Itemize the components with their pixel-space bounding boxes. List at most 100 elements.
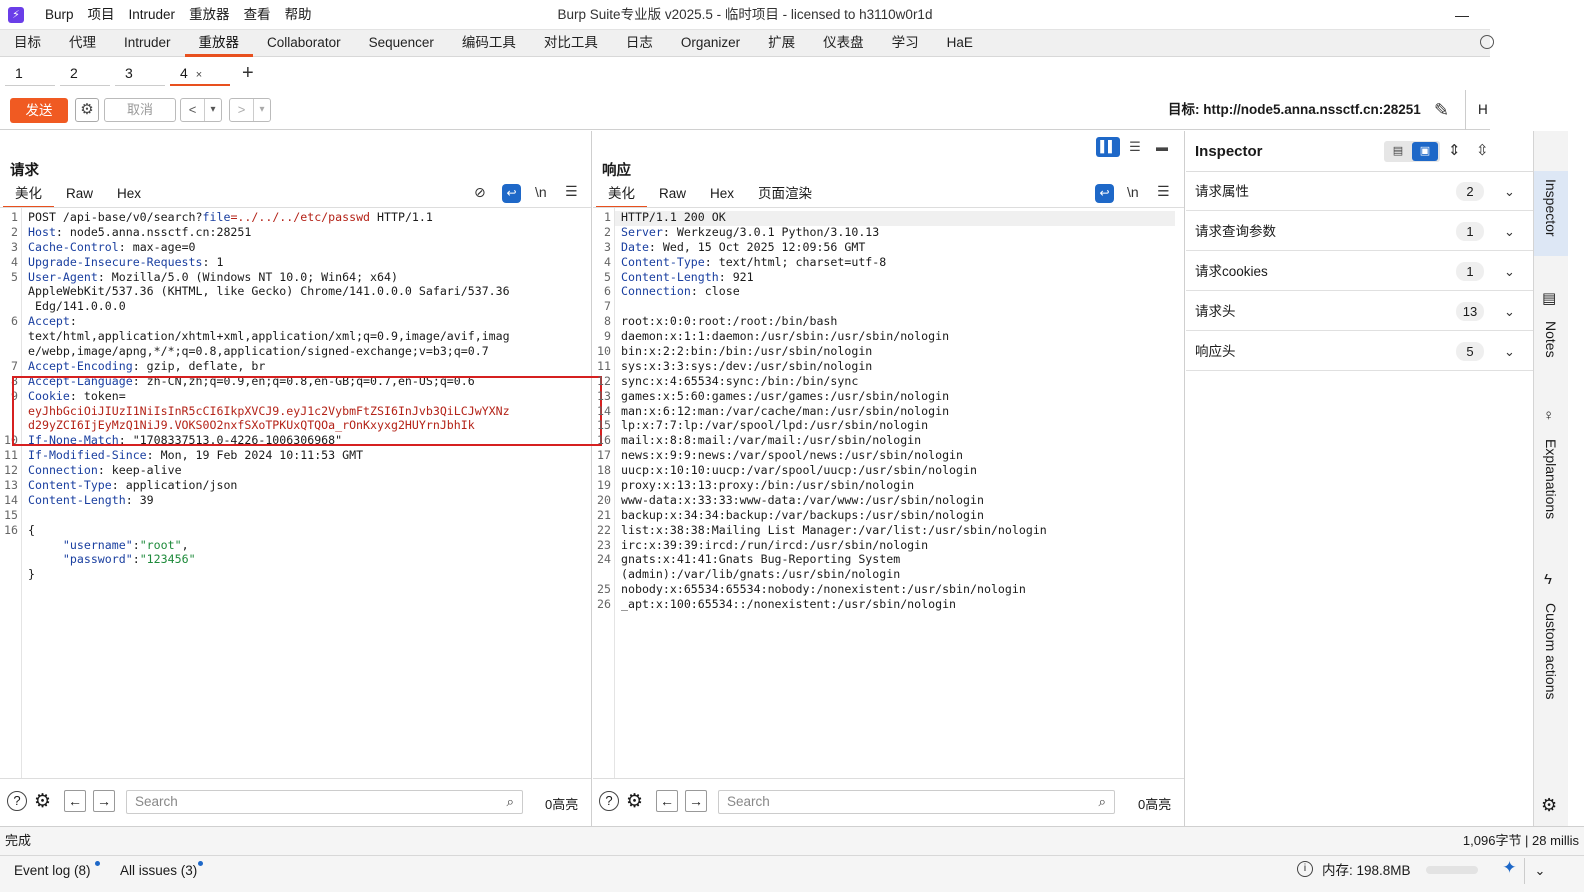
tab-decoder[interactable]: 编码工具 (448, 30, 530, 56)
minimize-button[interactable]: — (1452, 0, 1472, 30)
tab-extensions[interactable]: 扩展 (754, 30, 809, 56)
sidebar-item-notes[interactable]: Notes (1543, 321, 1559, 358)
wrap-lines-icon[interactable]: ↩ (502, 184, 521, 203)
back-button[interactable]: < ▾ (180, 98, 222, 122)
chevron-right-icon[interactable]: > (230, 99, 254, 121)
tab-raw[interactable]: Raw (647, 182, 698, 208)
gear-icon[interactable]: ⚙ (1541, 795, 1557, 816)
edit-target-icon[interactable]: ✎ (1434, 100, 1449, 121)
menu-icon[interactable]: ☰ (1157, 183, 1170, 200)
next-arrow-icon[interactable]: → (93, 790, 115, 812)
chevron-left-icon[interactable]: < (181, 99, 205, 121)
sidebar-item-inspector[interactable]: Inspector (1534, 171, 1568, 256)
sidebar-item-explanations[interactable]: Explanations (1543, 439, 1559, 519)
hide-eye-icon[interactable]: ⊘ (474, 184, 486, 201)
tab-target[interactable]: 目标 (0, 30, 55, 56)
response-search-input[interactable]: Search ⌕ (718, 790, 1115, 814)
chevron-down-icon[interactable]: ⌄ (1504, 292, 1515, 331)
tab-proxy[interactable]: 代理 (55, 30, 110, 56)
add-tab-button[interactable]: + (242, 62, 254, 85)
all-issues-button[interactable]: All issues (3) (120, 856, 197, 886)
lightning-icon[interactable]: ϟ (1544, 571, 1552, 588)
newline-toggle[interactable]: \n (535, 184, 547, 200)
gear-icon[interactable]: ⚙ (626, 790, 643, 813)
notes-icon[interactable]: ▤ (1542, 289, 1556, 307)
help-icon[interactable]: ? (7, 791, 27, 811)
http-version-label[interactable]: H (1465, 90, 1488, 130)
tab-dashboard[interactable]: 仪表盘 (809, 30, 878, 56)
tab-pretty[interactable]: 美化 (3, 182, 54, 208)
inspector-response-headers[interactable]: 响应头 5 ⌄ (1186, 332, 1533, 371)
wrap-lines-icon[interactable]: ↩ (1095, 184, 1114, 203)
menu-repeater[interactable]: 重放器 (182, 0, 237, 30)
tab-pretty[interactable]: 美化 (596, 182, 647, 208)
tab-organizer[interactable]: Organizer (667, 30, 754, 56)
request-editor[interactable]: 1 POST /api-base/v0/search?file=../../../… (0, 210, 590, 775)
tab-comparer[interactable]: 对比工具 (530, 30, 612, 56)
lightbulb-icon[interactable]: ♀ (1543, 407, 1554, 424)
expand-all-icon[interactable]: ⇕ (1448, 141, 1461, 159)
menu-project[interactable]: 项目 (81, 0, 122, 30)
cancel-button[interactable]: 取消 (104, 98, 176, 122)
tab-sequencer[interactable]: Sequencer (355, 30, 448, 56)
gear-icon[interactable]: ⚙ (75, 98, 99, 122)
menu-burp[interactable]: Burp (38, 0, 81, 30)
send-button[interactable]: 发送 (10, 98, 68, 123)
repeater-tab-4[interactable]: 4 × (170, 60, 230, 86)
code-token: POST /api-base/v0/search? (28, 210, 203, 224)
code-line: 3 Date: Wed, 15 Oct 2025 12:09:56 GMT (593, 240, 1183, 255)
tab-hae[interactable]: HaE (933, 30, 987, 56)
tab-intruder[interactable]: Intruder (110, 30, 185, 56)
chevron-down-icon[interactable]: ⌄ (1504, 212, 1515, 251)
split-horizontal-icon[interactable]: ☰ (1123, 137, 1147, 157)
repeater-tab-3[interactable]: 3 (115, 60, 165, 86)
line-number (0, 284, 18, 299)
inspector-request-attributes[interactable]: 请求属性 2 ⌄ (1186, 172, 1533, 211)
repeater-tab-2[interactable]: 2 (60, 60, 110, 86)
info-icon[interactable]: i (1297, 861, 1313, 877)
dropdown-icon[interactable]: ▾ (205, 99, 221, 121)
tab-collaborator[interactable]: Collaborator (253, 30, 355, 56)
inspector-request-headers[interactable]: 请求头 13 ⌄ (1186, 292, 1533, 331)
chevron-down-icon[interactable]: ⌄ (1504, 332, 1515, 371)
code-line: 1 HTTP/1.1 200 OK (593, 210, 1183, 225)
tab-learn[interactable]: 学习 (878, 30, 933, 56)
chevron-down-icon[interactable]: ⌄ (1504, 172, 1515, 211)
menu-icon[interactable]: ☰ (565, 183, 578, 200)
tab-hex[interactable]: Hex (105, 182, 153, 208)
gear-icon[interactable]: ⚙ (34, 790, 51, 813)
repeater-tab-1[interactable]: 1 (5, 60, 55, 86)
tab-raw[interactable]: Raw (54, 182, 105, 208)
tab-render[interactable]: 页面渲染 (746, 182, 824, 208)
settings-globe-icon[interactable] (1480, 35, 1494, 49)
single-view-icon[interactable]: ▬ (1150, 137, 1174, 157)
prev-arrow-icon[interactable]: ← (64, 790, 86, 812)
next-arrow-icon[interactable]: → (685, 790, 707, 812)
prev-arrow-icon[interactable]: ← (656, 790, 678, 812)
layout-list-icon[interactable]: ▤ (1384, 141, 1412, 162)
tab-hex[interactable]: Hex (698, 182, 746, 208)
newline-toggle[interactable]: \n (1127, 184, 1139, 200)
menu-view[interactable]: 查看 (237, 0, 278, 30)
split-vertical-icon[interactable]: ▌▌ (1096, 137, 1120, 157)
ai-sparkle-icon[interactable]: ✦ (1495, 858, 1525, 884)
response-editor[interactable]: 1 HTTP/1.1 200 OK 2 Server: Werkzeug/3.0.1 … (593, 210, 1183, 775)
memory-bar (1426, 866, 1478, 874)
dropdown-icon[interactable]: ▾ (254, 99, 270, 121)
close-icon[interactable]: × (196, 69, 202, 81)
collapse-all-icon[interactable]: ⇳ (1476, 141, 1489, 159)
sidebar-item-custom-actions[interactable]: Custom actions (1543, 603, 1559, 699)
event-log-button[interactable]: Event log (8) (14, 856, 91, 886)
tab-logger[interactable]: 日志 (612, 30, 667, 56)
layout-panel-icon[interactable]: ▣ (1412, 142, 1438, 161)
inspector-cookies[interactable]: 请求cookies 1 ⌄ (1186, 252, 1533, 291)
chevron-down-icon[interactable]: ⌄ (1504, 252, 1515, 291)
inspector-query-params[interactable]: 请求查询参数 1 ⌄ (1186, 212, 1533, 251)
help-icon[interactable]: ? (599, 791, 619, 811)
forward-button[interactable]: > ▾ (229, 98, 271, 122)
menu-intruder[interactable]: Intruder (122, 0, 183, 30)
menu-help[interactable]: 帮助 (278, 0, 319, 30)
chevron-down-icon[interactable]: ⌄ (1530, 858, 1550, 884)
request-search-input[interactable]: Search ⌕ (126, 790, 523, 814)
tab-repeater[interactable]: 重放器 (184, 30, 254, 57)
